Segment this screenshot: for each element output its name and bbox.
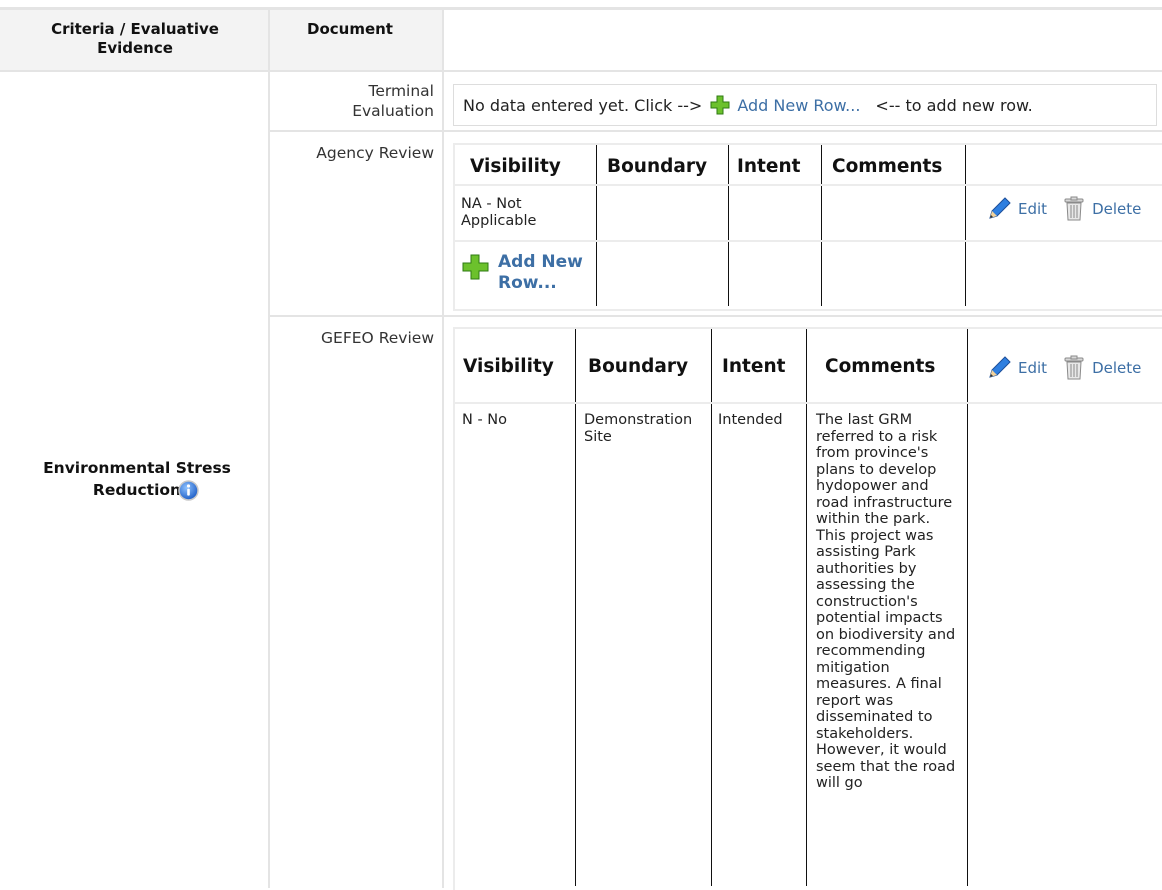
- terminal-evaluation-empty-message: No data entered yet. Click --> Add New R…: [463, 95, 1033, 115]
- empty-suffix-text: <-- to add new row.: [875, 95, 1033, 115]
- edit-label[interactable]: Edit: [1018, 200, 1047, 218]
- agency-header-divider: [455, 184, 1162, 186]
- agency-col-visibility: Visibility: [470, 155, 561, 177]
- gefeo-col-divider: [806, 329, 807, 886]
- criterion-label-block: Environmental Stress Reduction: [18, 457, 256, 501]
- gefeo-row-action-links: Edit Delete: [986, 355, 1141, 381]
- gefeo-row-visibility: N - No: [462, 412, 508, 428]
- delete-button[interactable]: Delete: [1062, 355, 1141, 381]
- row-divider-terminal: [270, 130, 1162, 132]
- doc-label-terminal-evaluation: Terminal Evaluation: [352, 82, 434, 120]
- add-new-row-link-agency[interactable]: Add New Row...: [462, 252, 592, 294]
- add-new-row-link-terminal[interactable]: Add New Row...: [710, 95, 860, 115]
- header-document-cell: [270, 10, 442, 70]
- agency-col-intent: Intent: [737, 155, 801, 177]
- edit-button[interactable]: Edit: [986, 196, 1047, 222]
- agency-col-divider: [728, 145, 729, 306]
- header-bottom-border: [0, 70, 1162, 72]
- gefeo-header-divider: [455, 402, 1162, 404]
- gefeo-col-divider: [967, 329, 968, 886]
- pencil-icon: [986, 196, 1012, 222]
- agency-col-boundary: Boundary: [607, 155, 708, 177]
- row-divider-agency: [270, 315, 1162, 317]
- edit-label[interactable]: Edit: [1018, 359, 1047, 377]
- gefeo-col-divider: [711, 329, 712, 886]
- delete-label[interactable]: Delete: [1092, 200, 1141, 218]
- column-divider-criteria: [268, 10, 270, 888]
- gefeo-col-visibility: Visibility: [463, 355, 554, 377]
- agency-row-visibility: NA - Not Applicable: [461, 196, 537, 229]
- pencil-icon: [986, 355, 1012, 381]
- trash-icon: [1062, 196, 1086, 222]
- plus-green-icon: [710, 95, 730, 115]
- agency-col-divider: [821, 145, 822, 306]
- agency-row-actions: Edit Delete: [986, 196, 1141, 222]
- edit-button[interactable]: Edit: [986, 355, 1047, 381]
- trash-icon: [1062, 355, 1086, 381]
- gefeo-col-divider: [575, 329, 576, 886]
- delete-button[interactable]: Delete: [1062, 196, 1141, 222]
- gefeo-col-comments: Comments: [825, 355, 936, 377]
- info-icon[interactable]: [178, 480, 199, 501]
- agency-col-divider: [965, 145, 966, 306]
- criterion-label: Environmental Stress Reduction: [43, 459, 231, 499]
- gefeo-col-boundary: Boundary: [588, 355, 689, 377]
- doc-label-gefeo-review: GEFEO Review: [321, 329, 434, 347]
- column-divider-document: [442, 10, 444, 888]
- gefeo-col-intent: Intent: [722, 355, 786, 377]
- doc-label-agency-review: Agency Review: [316, 144, 434, 162]
- gefeo-row-intent: Intended: [718, 412, 783, 428]
- plus-green-icon: [462, 254, 490, 280]
- header-document-label: Document: [307, 20, 393, 38]
- gefeo-row-comments: The last GRM referred to a risk from pro…: [816, 412, 956, 791]
- add-new-row-label-terminal[interactable]: Add New Row...: [737, 96, 860, 115]
- delete-label[interactable]: Delete: [1092, 359, 1141, 377]
- gefeo-row-boundary: Demonstration Site: [584, 412, 693, 445]
- header-criteria-label: Criteria / Evaluative Evidence: [51, 20, 219, 57]
- agency-row-divider: [455, 240, 1162, 242]
- agency-col-divider: [596, 145, 597, 306]
- agency-col-comments: Comments: [832, 155, 943, 177]
- empty-prefix-text: No data entered yet. Click -->: [463, 95, 703, 115]
